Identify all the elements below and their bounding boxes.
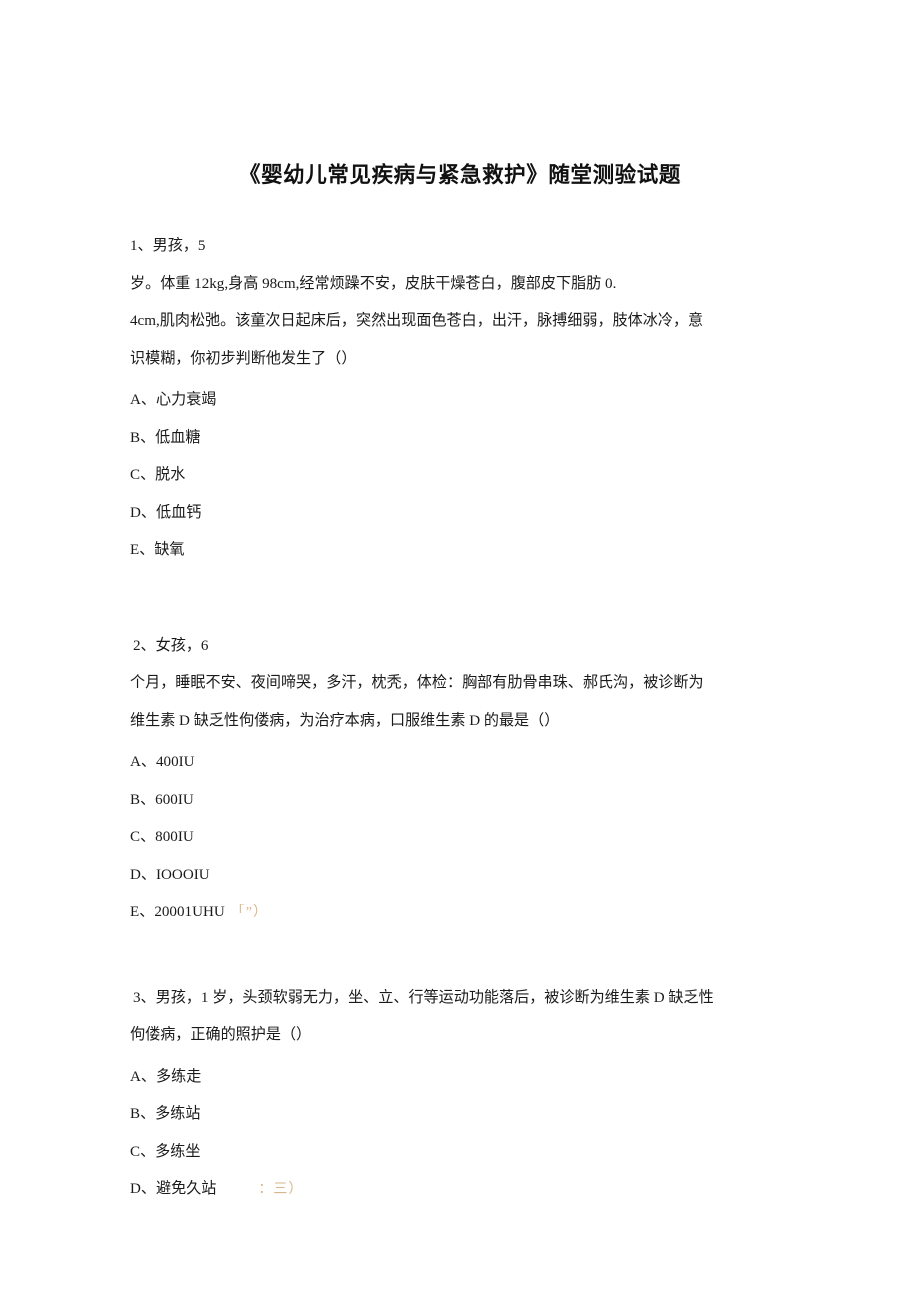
question-2-stem-line-1: 2、女孩，6 [133, 637, 209, 654]
question-1-stem-line-3: 4cm,肌肉松弛。该童次日起床后，突然出现面色苍白，出汗，脉搏细弱，肢体冰冷，意 [130, 313, 704, 329]
option-label: A、 [130, 392, 156, 408]
question-1-stem-line-4: 识模糊，你初步判断他发生了（） [130, 350, 357, 367]
option-item[interactable]: E、缺氧 [130, 532, 792, 570]
option-text: 多练站 [155, 1106, 201, 1122]
option-label: E、 [130, 542, 155, 558]
option-label: C、 [130, 467, 156, 483]
option-text: 600IU [155, 791, 194, 808]
option-label: E、 [130, 904, 155, 920]
question-1-stem-line-2: 岁。体重 12kg,身高 98cm,经常烦躁不安，皮肤干燥苍白，腹部皮下脂肪 0… [130, 275, 617, 292]
option-label: B、 [130, 429, 156, 446]
option-label: D、 [130, 1181, 156, 1197]
option-item[interactable]: E、20001UHU 「”） [130, 894, 792, 932]
option-label: B、 [130, 791, 156, 808]
document-page: 《婴幼儿常见疾病与紧急救护》随堂测验试题 1、男孩，5 岁。体重 12kg,身高… [0, 0, 920, 1301]
option-label: C、 [130, 1143, 156, 1160]
option-item[interactable]: B、低血糖 [130, 420, 792, 458]
option-label: B、 [130, 1106, 156, 1122]
option-item[interactable]: D、避免久站 ：三） [130, 1171, 792, 1209]
option-text: 多练走 [156, 1068, 202, 1085]
document-body: 1、男孩，5 岁。体重 12kg,身高 98cm,经常烦躁不安，皮肤干燥苍白，腹… [130, 228, 792, 1209]
option-item[interactable]: A、400IU [130, 744, 792, 782]
question-block-3: 3、男孩，1 岁，头颈软弱无力，坐、立、行等运动功能落后，被诊断为维生素 D 缺… [130, 980, 792, 1209]
question-2-options: A、400IU B、600IU C、800IU D、IOOOIU E、20001… [130, 744, 792, 932]
option-item[interactable]: D、低血钙 [130, 495, 792, 533]
question-3-stem-line-2: 佝偻病，正确的照护是（） [130, 1027, 312, 1043]
option-text: 脱水 [155, 467, 186, 483]
option-label: D、 [130, 504, 156, 521]
option-label: C、 [130, 829, 156, 845]
scan-artifact-mark: ：三） [258, 1182, 304, 1197]
option-text: 避免久站 [156, 1181, 217, 1197]
option-label: A、 [130, 1068, 156, 1085]
option-text: 20001UHU [154, 904, 225, 920]
question-1-options: A、心力衰竭 B、低血糖 C、脱水 D、低血钙 E、缺氧 [130, 382, 792, 570]
question-block-1: 1、男孩，5 岁。体重 12kg,身高 98cm,经常烦躁不安，皮肤干燥苍白，腹… [130, 228, 792, 570]
option-text: 心力衰竭 [156, 392, 217, 408]
question-3-stem-line-1: 3、男孩，1 岁，头颈软弱无力，坐、立、行等运动功能落后，被诊断为维生素 D 缺… [133, 989, 714, 1006]
option-item[interactable]: A、心力衰竭 [130, 382, 792, 420]
option-text: 缺氧 [154, 542, 185, 558]
scan-artifact-mark: 「”） [230, 905, 268, 920]
option-item[interactable]: D、IOOOIU [130, 857, 792, 895]
option-text: 多练坐 [155, 1143, 201, 1160]
option-text: 400IU [156, 754, 195, 770]
option-text: 800IU [155, 829, 194, 845]
option-label: A、 [130, 754, 156, 770]
question-1-stem-line-1: 1、男孩，5 [130, 238, 206, 254]
option-text: 低血钙 [156, 504, 202, 521]
question-2-stem-line-3: 维生素 D 缺乏性佝偻病，为治疗本病，口服维生素 D 的最是（） [130, 712, 560, 729]
page-title: 《婴幼儿常见疾病与紧急救护》随堂测验试题 [238, 163, 681, 187]
option-text: 低血糖 [155, 429, 201, 446]
option-item[interactable]: A、多练走 [130, 1059, 792, 1097]
option-item[interactable]: C、800IU [130, 819, 792, 857]
option-item[interactable]: B、多练站 [130, 1096, 792, 1134]
question-2-stem-line-2: 个月，睡眠不安、夜间啼哭，多汗，枕秃，体检：胸部有肋骨串珠、郝氏沟，被诊断为 [130, 675, 704, 691]
option-text: IOOOIU [156, 866, 210, 883]
option-item[interactable]: C、脱水 [130, 457, 792, 495]
option-item[interactable]: B、600IU [130, 782, 792, 820]
option-item[interactable]: C、多练坐 [130, 1134, 792, 1172]
question-3-options: A、多练走 B、多练站 C、多练坐 D、避免久站 ：三） [130, 1059, 792, 1209]
option-label: D、 [130, 866, 156, 883]
question-block-2: 2、女孩，6 个月，睡眠不安、夜间啼哭，多汗，枕秃，体检：胸部有肋骨串珠、郝氏沟… [130, 628, 792, 932]
